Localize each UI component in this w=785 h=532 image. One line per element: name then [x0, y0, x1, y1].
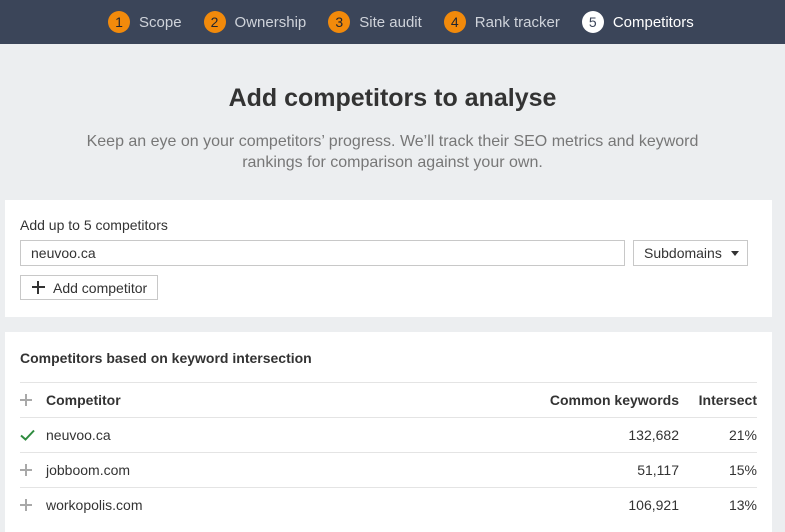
step-number: 1 — [108, 11, 130, 33]
step-number: 4 — [443, 11, 466, 33]
row-toggle-button[interactable] — [20, 499, 46, 511]
intersect-value: 13% — [728, 497, 757, 513]
page-title: Add competitors to analyse — [228, 84, 557, 112]
step-label: Site audit — [359, 13, 422, 31]
competitor-name: jobboom.com — [46, 462, 131, 478]
competitor-input-row: Subdomains — [20, 240, 772, 266]
list-title: Competitors based on keyword intersectio… — [20, 350, 312, 366]
add-competitors-card: Add up to 5 competitors Subdomains Add c… — [5, 200, 772, 317]
table-row: jobboom.com 51,117 15% — [20, 452, 757, 487]
add-all-button[interactable] — [20, 394, 46, 406]
column-header-competitor: Competitor — [46, 392, 121, 408]
subdomains-select[interactable]: Subdomains — [633, 240, 748, 266]
hero: Add competitors to analyse Keep an eye o… — [0, 84, 785, 173]
step-rank-tracker[interactable]: 4 Rank tracker — [443, 11, 560, 33]
step-number: 2 — [203, 11, 226, 33]
intersect-value: 21% — [728, 427, 757, 443]
step-number: 5 — [581, 11, 604, 33]
row-toggle-button[interactable] — [20, 429, 46, 441]
plus-icon — [20, 499, 32, 511]
step-label: Ownership — [234, 13, 307, 31]
step-scope[interactable]: 1 Scope — [108, 11, 182, 33]
page-subtitle: Keep an eye on your competitors’ progres… — [86, 133, 699, 171]
step-ownership[interactable]: 2 Ownership — [203, 11, 307, 33]
competitor-name: neuvoo.ca — [46, 427, 111, 443]
table-header: Competitor Common keywords Intersect — [20, 382, 757, 417]
competitors-list-card: Competitors based on keyword intersectio… — [5, 332, 772, 532]
competitor-domain-input[interactable] — [20, 240, 625, 266]
column-header-intersect[interactable]: Intersect — [679, 392, 757, 408]
add-competitor-button[interactable]: Add competitor — [20, 275, 158, 300]
common-keywords-value: 106,921 — [628, 497, 679, 513]
competitor-name: workopolis.com — [46, 497, 143, 513]
intersect-value: 15% — [728, 462, 757, 478]
step-number: 3 — [328, 11, 351, 33]
plus-icon — [20, 394, 32, 406]
common-keywords-value: 51,117 — [637, 462, 679, 478]
row-toggle-button[interactable] — [20, 464, 46, 476]
table-row: workopolis.com 106,921 13% — [20, 487, 757, 522]
table-row: neuvoo.ca 132,682 21% — [20, 417, 757, 452]
add-competitor-label: Add competitor — [53, 279, 148, 296]
common-keywords-value: 132,682 — [628, 427, 679, 443]
plus-icon — [20, 464, 32, 476]
step-site-audit[interactable]: 3 Site audit — [328, 11, 422, 33]
step-label: Competitors — [612, 13, 694, 31]
step-competitors[interactable]: 5 Competitors — [581, 11, 694, 33]
subdomains-select-value: Subdomains — [644, 245, 722, 261]
check-icon — [20, 429, 35, 441]
step-label: Rank tracker — [474, 13, 560, 31]
plus-icon — [32, 281, 45, 294]
wizard-stepper: 1 Scope 2 Ownership 3 Site audit 4 Rank … — [0, 0, 785, 44]
add-competitors-label: Add up to 5 competitors — [20, 217, 168, 233]
caret-down-icon — [730, 250, 739, 256]
step-label: Scope — [139, 13, 182, 31]
column-header-common-keywords[interactable]: Common keywords — [529, 392, 679, 408]
